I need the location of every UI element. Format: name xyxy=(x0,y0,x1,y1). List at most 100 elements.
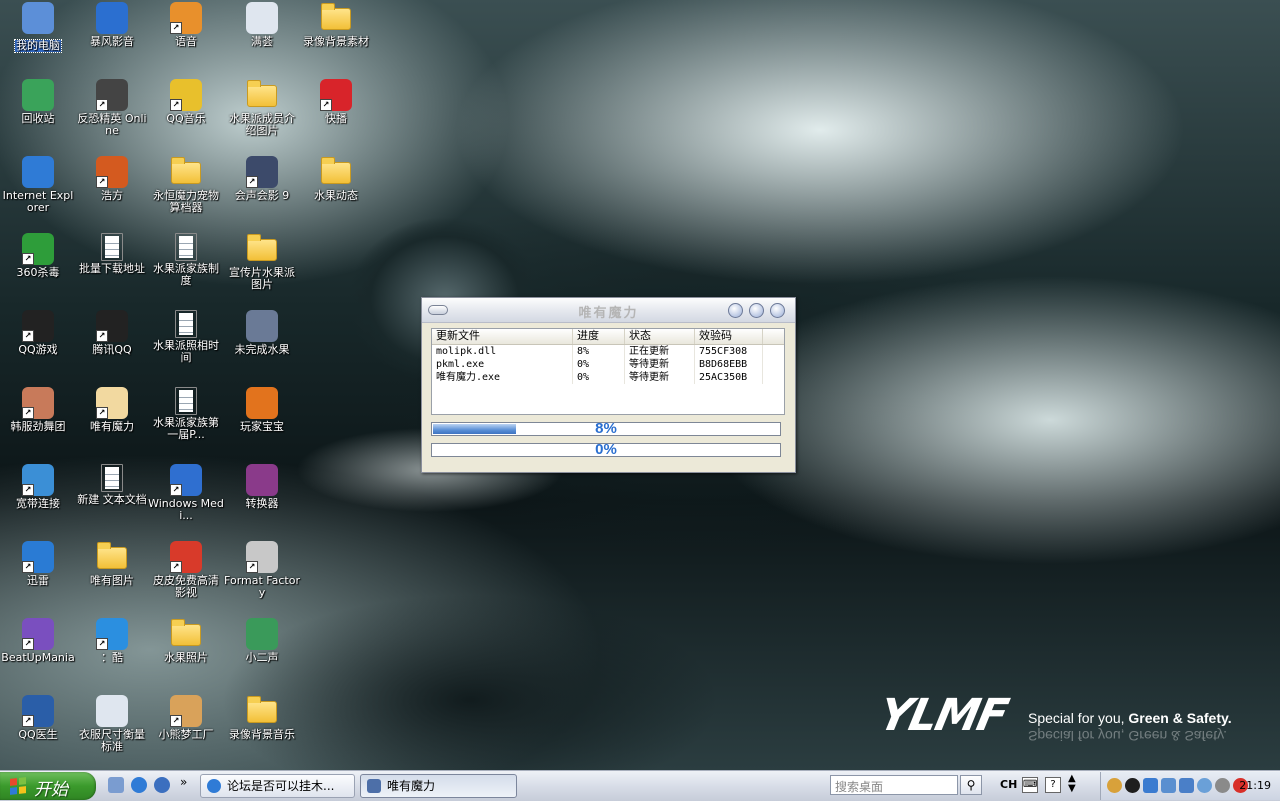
language-indicator[interactable]: CH xyxy=(1000,778,1017,791)
beatupmania-icon: ↗ xyxy=(22,618,54,650)
voice-chat-icon: ↗ xyxy=(170,2,202,34)
show-desktop-icon[interactable] xyxy=(108,777,124,793)
desktop-icon[interactable]: 永恒魔力宠物算档器 xyxy=(148,156,224,214)
player-baby-icon xyxy=(246,387,278,419)
desktop-icon[interactable]: ↗ ：酷 xyxy=(74,618,150,664)
qq-game-icon: ↗ xyxy=(22,310,54,342)
shortcut-arrow-icon: ↗ xyxy=(170,22,182,34)
total-progress-bar: 0% xyxy=(431,441,781,458)
desktop-icon[interactable]: 衣服尺寸衡量标准 xyxy=(74,695,150,753)
desktop-icon-label: 未完成水果 xyxy=(234,343,290,356)
search-button[interactable]: ⚲ xyxy=(960,775,982,795)
shortcut-arrow-icon: ↗ xyxy=(170,99,182,111)
desktop-icon[interactable]: 暴风影音 xyxy=(74,2,150,48)
tray-app-icon[interactable] xyxy=(1107,778,1122,793)
desktop-icon[interactable]: 未完成水果 xyxy=(224,310,300,356)
volume-icon[interactable] xyxy=(1215,778,1230,793)
kugou-player-icon: ↗ xyxy=(96,618,128,650)
column-status[interactable]: 状态 xyxy=(625,329,695,344)
desktop-search-input[interactable]: 搜索桌面 xyxy=(830,775,958,795)
desktop-icon-label: 录像背景音乐 xyxy=(229,728,295,741)
taskbar-item-forum[interactable]: 论坛是否可以挂木... xyxy=(200,774,355,798)
desktop-icon[interactable]: 录像背景素材 xyxy=(298,2,374,48)
desktop-icon[interactable]: 水果派照相时间 xyxy=(148,310,224,364)
file-checksum: B8D68EBB xyxy=(695,358,763,371)
column-progress[interactable]: 进度 xyxy=(573,329,625,344)
quicklaunch-overflow-icon[interactable]: » xyxy=(180,775,187,789)
desktop-icon[interactable]: ↗ 会声会影 9 xyxy=(224,156,300,202)
desktop-icon[interactable]: ↗ QQ医生 xyxy=(0,695,76,741)
desktop-icon[interactable]: ↗ 迅雷 xyxy=(0,541,76,587)
qq-icon[interactable] xyxy=(1125,778,1140,793)
desktop-icon[interactable]: ↗ QQ游戏 xyxy=(0,310,76,356)
desktop-icon[interactable]: Internet Explorer xyxy=(0,156,76,214)
network-icon[interactable] xyxy=(1161,778,1176,793)
desktop-icon-label: 衣服尺寸衡量标准 xyxy=(79,728,145,753)
keyboard-icon[interactable]: ⌨ xyxy=(1022,777,1038,793)
desktop-icon[interactable]: 录像背景音乐 xyxy=(224,695,300,741)
desktop-icon[interactable]: 水果派家族第一届P... xyxy=(148,387,224,441)
column-file[interactable]: 更新文件 xyxy=(432,329,573,344)
tencent-qq-icon: ↗ xyxy=(96,310,128,342)
desktop-icon[interactable]: ↗ 小熊梦工厂 xyxy=(148,695,224,741)
desktop-icon[interactable]: ↗ 语音 xyxy=(148,2,224,48)
desktop-icon[interactable]: ↗ 360杀毒 xyxy=(0,233,76,279)
desktop-icon-label: Windows Medi... xyxy=(148,497,224,522)
desktop-icon[interactable]: 批量下载地址 xyxy=(74,233,150,275)
media-player-icon[interactable] xyxy=(154,777,170,793)
desktop-icon[interactable]: ↗ 快播 xyxy=(298,79,374,125)
desktop-icon[interactable]: ↗ 皮皮免费高清影视 xyxy=(148,541,224,599)
help-icon[interactable]: ? xyxy=(1045,777,1061,793)
updater-titlebar[interactable]: 唯有魔力 xyxy=(422,298,795,323)
desktop-icon[interactable]: 玩家宝宝 xyxy=(224,387,300,433)
desktop-icon-label: 玩家宝宝 xyxy=(240,420,284,433)
minimize-button[interactable] xyxy=(728,303,743,318)
my-computer-icon xyxy=(22,2,54,34)
desktop-icon[interactable]: 宣传片水果派图片 xyxy=(224,233,300,291)
desktop-icon[interactable]: 我的电脑 xyxy=(0,2,76,53)
update-file-list[interactable]: 更新文件 进度 状态 效验码 molipk.dll 8% 正在更新 755CF3… xyxy=(431,328,785,415)
desktop-icon[interactable]: ↗ 反恐精英 Online xyxy=(74,79,150,137)
desktop-icon-label: 我的电脑 xyxy=(14,39,62,53)
network-icon[interactable] xyxy=(1143,778,1158,793)
desktop-icon[interactable]: ↗ BeatUpMania xyxy=(0,618,76,664)
shortcut-arrow-icon: ↗ xyxy=(96,99,108,111)
internet-explorer-icon[interactable] xyxy=(131,777,147,793)
language-bar-options-icon[interactable]: ▲ ▼ xyxy=(1068,774,1076,794)
desktop-icon[interactable]: 小二声 xyxy=(224,618,300,664)
desktop-icon[interactable]: 水果派成员介绍图片 xyxy=(224,79,300,137)
desktop-icon[interactable]: 转换器 xyxy=(224,464,300,510)
desktop-icon[interactable]: ↗ 宽带连接 xyxy=(0,464,76,510)
updater-window[interactable]: 唯有魔力 更新文件 进度 状态 效验码 molipk.dll 8% 正在更新 7… xyxy=(421,297,796,473)
desktop-icon[interactable]: 满荟 xyxy=(224,2,300,48)
column-checksum[interactable]: 效验码 xyxy=(695,329,763,344)
table-row[interactable]: molipk.dll 8% 正在更新 755CF308 xyxy=(432,345,784,358)
desktop-icon-label: 新建 文本文档 xyxy=(77,493,147,506)
desktop-icon[interactable]: 水果派家族制度 xyxy=(148,233,224,287)
system-tray: 21:19 xyxy=(1100,772,1280,800)
network-icon[interactable] xyxy=(1179,778,1194,793)
desktop-icon[interactable]: 水果照片 xyxy=(148,618,224,664)
desktop-icon[interactable]: 水果动态 xyxy=(298,156,374,202)
table-row[interactable]: 唯有魔力.exe 0% 等待更新 25AC350B xyxy=(432,371,784,384)
desktop-icon-label: 水果派家族制度 xyxy=(153,262,219,287)
maximize-button[interactable] xyxy=(749,303,764,318)
table-row[interactable]: pkml.exe 0% 等待更新 B8D68EBB xyxy=(432,358,784,371)
desktop-icon[interactable]: ↗ 唯有魔力 xyxy=(74,387,150,433)
start-button[interactable]: 开始 xyxy=(0,772,96,800)
desktop-icon[interactable]: ↗ 腾讯QQ xyxy=(74,310,150,356)
folder-icon xyxy=(171,619,201,646)
desktop-icon[interactable]: 唯有图片 xyxy=(74,541,150,587)
desktop-icon[interactable]: ↗ Windows Medi... xyxy=(148,464,224,522)
file-name: molipk.dll xyxy=(432,345,573,358)
desktop-icon[interactable]: 回收站 xyxy=(0,79,76,125)
taskbar-item-updater[interactable]: 唯有魔力 xyxy=(360,774,517,798)
desktop-icon[interactable]: ↗ QQ音乐 xyxy=(148,79,224,125)
desktop-icon[interactable]: 新建 文本文档 xyxy=(74,464,150,506)
close-button[interactable] xyxy=(770,303,785,318)
tray-app-icon[interactable] xyxy=(1197,778,1212,793)
clock[interactable]: 21:19 xyxy=(1239,779,1271,792)
desktop-icon[interactable]: ↗ 浩方 xyxy=(74,156,150,202)
desktop-icon[interactable]: ↗ 韩服劲舞团 xyxy=(0,387,76,433)
desktop-icon[interactable]: ↗ Format Factory xyxy=(224,541,300,599)
